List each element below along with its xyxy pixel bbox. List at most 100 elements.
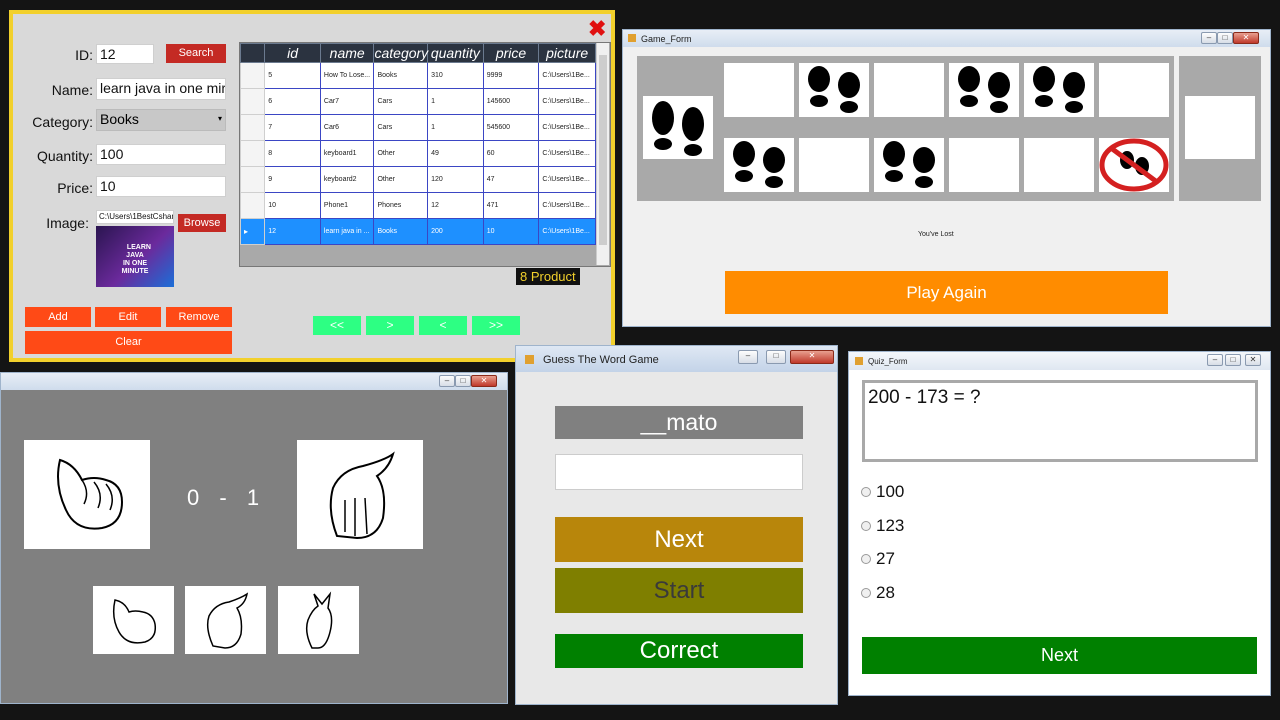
- clear-button[interactable]: Clear: [25, 331, 232, 354]
- table-cell[interactable]: 12: [427, 192, 484, 219]
- nav-next-button[interactable]: >: [366, 316, 414, 335]
- close-icon[interactable]: ✖: [588, 16, 606, 42]
- column-header-price[interactable]: price: [482, 43, 540, 63]
- board-cell[interactable]: [949, 63, 1019, 117]
- quantity-input[interactable]: 100: [96, 144, 226, 165]
- category-select[interactable]: Books ▾: [96, 109, 226, 131]
- maximize-button[interactable]: □: [1217, 32, 1233, 44]
- table-row[interactable]: 9 keyboard2 Other 120 47 C:\Users\1Be...: [240, 166, 596, 193]
- table-cell[interactable]: 12: [264, 218, 321, 245]
- nav-prev-button[interactable]: <: [419, 316, 467, 335]
- table-cell[interactable]: 545600: [482, 114, 540, 141]
- radio-button[interactable]: [861, 554, 871, 564]
- close-button[interactable]: ✕: [790, 350, 834, 364]
- table-cell[interactable]: Books: [373, 62, 429, 89]
- table-cell[interactable]: Other: [373, 166, 429, 193]
- browse-button[interactable]: Browse: [178, 214, 226, 232]
- close-button[interactable]: ✕: [471, 375, 497, 387]
- name-input[interactable]: learn java in one mir: [96, 78, 226, 100]
- table-row[interactable]: 5 How To Lose... Books 310 9999 C:\Users\1Be.…: [240, 62, 596, 89]
- start-cell[interactable]: [643, 96, 713, 159]
- table-cell[interactable]: learn java in ...: [319, 218, 375, 245]
- table-cell[interactable]: Cars: [373, 114, 429, 141]
- table-row[interactable]: 7 Car6 Cars 1 545600 C:\Users\1Be...: [240, 114, 596, 141]
- add-button[interactable]: Add: [25, 307, 91, 327]
- close-button[interactable]: ✕: [1245, 354, 1261, 366]
- table-cell[interactable]: 47: [482, 166, 540, 193]
- correct-button[interactable]: Correct: [555, 634, 803, 668]
- table-cell[interactable]: keyboard2: [319, 166, 375, 193]
- minimize-button[interactable]: –: [1201, 32, 1217, 44]
- rock-choice-button[interactable]: [93, 586, 174, 654]
- row-header[interactable]: [240, 114, 266, 141]
- row-header[interactable]: ▸: [240, 218, 266, 245]
- image-path-input[interactable]: C:\Users\1BestCsharp\: [96, 210, 174, 224]
- guess-input[interactable]: [555, 454, 803, 490]
- row-header[interactable]: [240, 192, 266, 219]
- column-header-category[interactable]: category: [373, 43, 428, 63]
- table-cell[interactable]: C:\Users\1Be...: [538, 140, 596, 167]
- table-cell[interactable]: 6: [264, 88, 321, 115]
- radio-button[interactable]: [861, 487, 871, 497]
- table-cell[interactable]: 145600: [482, 88, 540, 115]
- products-grid[interactable]: id name category quantity price picture 5 How …: [239, 42, 611, 267]
- row-header[interactable]: [240, 62, 266, 89]
- table-cell[interactable]: Phones: [373, 192, 429, 219]
- table-row[interactable]: 8 keyboard1 Other 49 60 C:\Users\1Be...: [240, 140, 596, 167]
- answer-option[interactable]: 100: [861, 482, 1061, 502]
- table-cell[interactable]: 9: [264, 166, 321, 193]
- table-cell[interactable]: How To Lose...: [319, 62, 375, 89]
- board-cell[interactable]: [874, 138, 944, 192]
- table-cell[interactable]: Phone1: [319, 192, 375, 219]
- quiz-next-button[interactable]: Next: [862, 637, 1257, 674]
- table-cell[interactable]: C:\Users\1Be...: [538, 88, 596, 115]
- board-cell[interactable]: [799, 63, 869, 117]
- table-cell[interactable]: Car7: [319, 88, 375, 115]
- column-header-picture[interactable]: picture: [538, 43, 596, 63]
- table-cell[interactable]: 1: [427, 88, 484, 115]
- edit-button[interactable]: Edit: [95, 307, 161, 327]
- grid-scrollbar[interactable]: [596, 43, 609, 265]
- table-cell[interactable]: 10: [264, 192, 321, 219]
- table-cell[interactable]: Books: [373, 218, 429, 245]
- table-cell[interactable]: C:\Users\1Be...: [538, 192, 596, 219]
- board-cell[interactable]: [1024, 138, 1094, 192]
- row-header[interactable]: [240, 88, 266, 115]
- answer-option[interactable]: 27: [861, 549, 1061, 569]
- answer-option[interactable]: 123: [861, 516, 1061, 536]
- scissors-choice-button[interactable]: [278, 586, 359, 654]
- maximize-button[interactable]: □: [1225, 354, 1241, 366]
- board-cell[interactable]: [724, 63, 794, 117]
- table-cell[interactable]: 9999: [482, 62, 540, 89]
- column-header-name[interactable]: name: [319, 43, 375, 63]
- radio-button[interactable]: [861, 587, 871, 598]
- table-cell[interactable]: 1: [427, 114, 484, 141]
- minimize-button[interactable]: –: [1207, 354, 1223, 366]
- minimize-button[interactable]: –: [439, 375, 455, 387]
- table-cell[interactable]: 49: [427, 140, 484, 167]
- search-button[interactable]: Search: [166, 44, 226, 63]
- minimize-button[interactable]: –: [738, 350, 758, 364]
- table-cell[interactable]: Other: [373, 140, 429, 167]
- board-cell[interactable]: [874, 63, 944, 117]
- row-header[interactable]: [240, 140, 266, 167]
- paper-choice-button[interactable]: [185, 586, 266, 654]
- board-cell[interactable]: [1099, 138, 1169, 192]
- play-again-button[interactable]: Play Again: [725, 271, 1168, 314]
- table-cell[interactable]: 200: [427, 218, 484, 245]
- next-button[interactable]: Next: [555, 517, 803, 562]
- radio-button[interactable]: [861, 520, 871, 531]
- board-cell[interactable]: [724, 138, 794, 192]
- table-cell[interactable]: 7: [264, 114, 321, 141]
- column-header-id[interactable]: id: [264, 43, 321, 63]
- table-cell[interactable]: C:\Users\1Be...: [538, 166, 596, 193]
- table-cell[interactable]: 10: [482, 218, 540, 245]
- table-row[interactable]: 10 Phone1 Phones 12 471 C:\Users\1Be...: [240, 192, 596, 219]
- column-header-quantity[interactable]: quantity: [427, 43, 484, 63]
- row-header[interactable]: [240, 166, 266, 193]
- board-cell[interactable]: [1099, 63, 1169, 117]
- table-cell[interactable]: 8: [264, 140, 321, 167]
- nav-last-button[interactable]: >>: [472, 316, 520, 335]
- nav-first-button[interactable]: <<: [313, 316, 361, 335]
- table-cell[interactable]: keyboard1: [319, 140, 375, 167]
